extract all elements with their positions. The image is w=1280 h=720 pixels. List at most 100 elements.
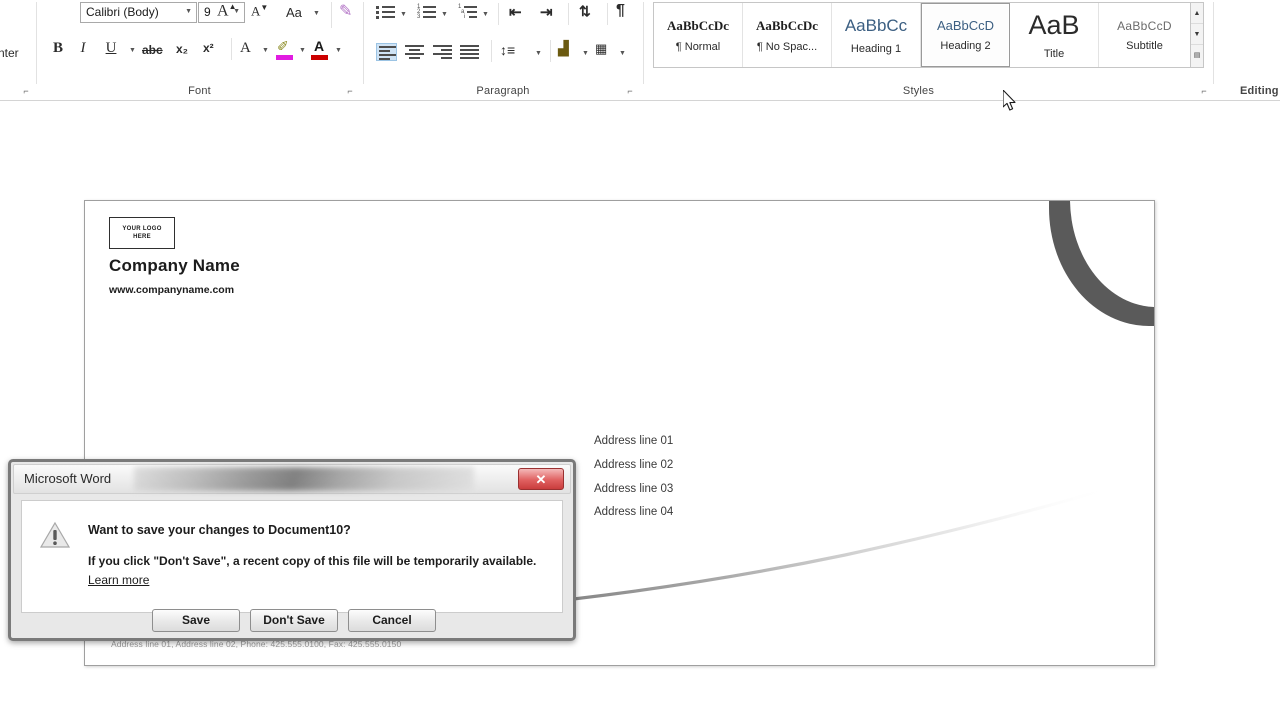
divider — [550, 40, 551, 62]
font-color-button[interactable]: A — [314, 39, 324, 53]
chevron-down-icon[interactable]: ▼ — [299, 47, 306, 54]
shrink-font-label: A — [251, 3, 261, 19]
logo-line-2: HERE — [133, 234, 151, 240]
show-marks-label: ¶ — [616, 2, 625, 19]
divider — [331, 2, 332, 28]
style-name: Subtitle — [1126, 39, 1163, 52]
style-sample: AaBbCcDc — [755, 17, 819, 33]
dialog-title-bar[interactable]: Microsoft Word ✕ — [13, 464, 571, 494]
font-name-value: Calibri (Body) — [86, 5, 159, 19]
styles-more-icon[interactable]: ▤ — [1191, 45, 1203, 66]
style-item-no-spacing[interactable]: AaBbCcDc ¶ No Spac... — [743, 3, 832, 67]
format-painter-button[interactable]: nter — [0, 46, 19, 60]
style-sample: AaBbCcD — [936, 18, 995, 33]
learn-more-link[interactable]: Learn more — [88, 573, 149, 587]
ribbon-group-editing: 🔍 Find ab Repla ➤ Selec Editing — [1214, 0, 1280, 101]
chevron-down-icon[interactable]: ▼ — [400, 11, 407, 18]
logo-placeholder: YOUR LOGO HERE — [109, 217, 175, 249]
title-bar-artifact — [134, 467, 474, 491]
grow-font-button[interactable]: A▲ — [217, 3, 236, 19]
highlight-icon[interactable]: ✐ — [277, 39, 289, 53]
divider — [498, 3, 499, 25]
style-sample: AaBbCcD — [1117, 18, 1172, 33]
numbering-button[interactable]: 1 2 3 — [417, 4, 436, 20]
justify-button[interactable] — [460, 45, 479, 59]
warning-triangle-icon — [40, 521, 70, 548]
font-name-combobox[interactable]: Calibri (Body) ▼ — [80, 2, 197, 23]
ribbon-group-styles: AaBbCcDc ¶ Normal AaBbCcDc ¶ No Spac... … — [646, 0, 1212, 101]
save-changes-dialog[interactable]: Microsoft Word ✕ Want to save your chang… — [8, 459, 576, 641]
font-color-label: A — [314, 38, 325, 54]
strikethrough-button[interactable]: abc — [142, 44, 163, 56]
ribbon-group-paragraph: ▼ 1 2 3 ▼ 1 a i ▼ ⇤ ⇥ ⇅ ¶ ↕≡ ▼ ▟ ▼ ▦ ▼ P… — [364, 0, 642, 101]
clear-formatting-icon[interactable]: ✎ — [339, 4, 352, 20]
style-name: ¶ No Spac... — [756, 40, 818, 53]
italic-button[interactable]: I — [77, 41, 89, 56]
scroll-up-icon[interactable]: ▲ — [1191, 3, 1203, 24]
chevron-down-icon[interactable]: ▼ — [262, 47, 269, 54]
divider — [607, 3, 608, 25]
ribbon: nter ⌐ Calibri (Body) ▼ 9 ▼ A▲ A▼ Aa ▼ ✎… — [0, 0, 1280, 101]
shading-icon[interactable]: ▟ — [558, 41, 569, 55]
style-item-normal[interactable]: AaBbCcDc ¶ Normal — [654, 3, 743, 67]
font-dialog-launcher[interactable]: ⌐ — [344, 85, 356, 97]
chevron-down-icon[interactable]: ▼ — [313, 10, 320, 17]
style-name: Heading 1 — [850, 42, 902, 55]
subscript-button[interactable]: x₂ — [176, 43, 188, 55]
style-item-subtitle[interactable]: AaBbCcD Subtitle — [1099, 3, 1190, 67]
group-separator — [643, 2, 644, 84]
chevron-down-icon[interactable]: ▼ — [535, 50, 542, 57]
scroll-down-icon[interactable]: ▼ — [1191, 24, 1203, 45]
chevron-down-icon[interactable]: ▼ — [335, 47, 342, 54]
sort-icon[interactable]: ⇅ — [579, 4, 591, 18]
styles-gallery[interactable]: AaBbCcDc ¶ Normal AaBbCcDc ¶ No Spac... … — [653, 2, 1191, 68]
bold-button[interactable]: B — [50, 41, 66, 56]
chevron-down-icon[interactable]: ▼ — [582, 50, 589, 57]
dialog-body: Want to save your changes to Document10?… — [21, 500, 563, 613]
chevron-down-icon[interactable]: ▼ — [441, 11, 448, 18]
underline-button[interactable]: U — [103, 41, 119, 56]
underline-label: U — [105, 40, 117, 56]
save-button[interactable]: Save — [152, 609, 240, 632]
cancel-button[interactable]: Cancel — [348, 609, 436, 632]
chevron-down-icon[interactable]: ▼ — [482, 11, 489, 18]
ribbon-group-font: Calibri (Body) ▼ 9 ▼ A▲ A▼ Aa ▼ ✎ B I U … — [37, 0, 362, 101]
style-sample: AaBbCcDc — [666, 17, 730, 33]
align-center-button[interactable] — [405, 45, 424, 59]
style-name: Title — [1043, 48, 1065, 60]
styles-group-label: Styles — [902, 85, 935, 97]
clipboard-dialog-launcher[interactable]: ⌐ — [20, 85, 32, 97]
style-name: Heading 2 — [940, 40, 991, 52]
bullets-button[interactable] — [376, 5, 395, 20]
chevron-down-icon[interactable]: ▼ — [619, 50, 626, 57]
dont-save-button[interactable]: Don't Save — [250, 609, 338, 632]
style-item-heading-1[interactable]: AaBbCc Heading 1 — [832, 3, 921, 67]
increase-indent-icon[interactable]: ⇥ — [540, 5, 553, 20]
align-right-button[interactable] — [433, 45, 452, 59]
chevron-down-icon[interactable]: ▼ — [185, 8, 192, 15]
company-name: Company Name — [109, 256, 240, 275]
borders-icon[interactable]: ▦ — [595, 42, 607, 55]
align-left-button[interactable] — [376, 43, 397, 61]
address-line-01: Address line 01 — [594, 435, 674, 447]
text-effects-button[interactable]: A — [240, 41, 251, 56]
superscript-button[interactable]: x² — [203, 42, 214, 54]
show-marks-button[interactable]: ¶ — [616, 3, 625, 19]
subscript-label: x₂ — [176, 42, 189, 56]
word-window: nter ⌐ Calibri (Body) ▼ 9 ▼ A▲ A▼ Aa ▼ ✎… — [0, 0, 1280, 720]
shrink-font-button[interactable]: A▼ — [251, 3, 268, 19]
style-item-title[interactable]: AaB Title — [1010, 3, 1099, 67]
styles-dialog-launcher[interactable]: ⌐ — [1198, 85, 1210, 97]
multilevel-list-button[interactable]: 1 a i — [458, 4, 477, 20]
divider — [491, 40, 492, 62]
change-case-button[interactable]: Aa — [286, 6, 302, 19]
decrease-indent-icon[interactable]: ⇤ — [509, 5, 522, 20]
styles-scrollbar[interactable]: ▲ ▼ ▤ — [1190, 2, 1204, 68]
paragraph-dialog-launcher[interactable]: ⌐ — [624, 85, 636, 97]
close-icon[interactable]: ✕ — [518, 468, 564, 490]
chevron-down-icon[interactable]: ▼ — [129, 47, 136, 54]
editing-group-label: Editing — [1240, 85, 1279, 97]
paragraph-group-label: Paragraph — [476, 85, 530, 97]
line-spacing-icon[interactable]: ↕≡ — [500, 43, 515, 57]
style-item-heading-2[interactable]: AaBbCcD Heading 2 — [921, 3, 1010, 67]
